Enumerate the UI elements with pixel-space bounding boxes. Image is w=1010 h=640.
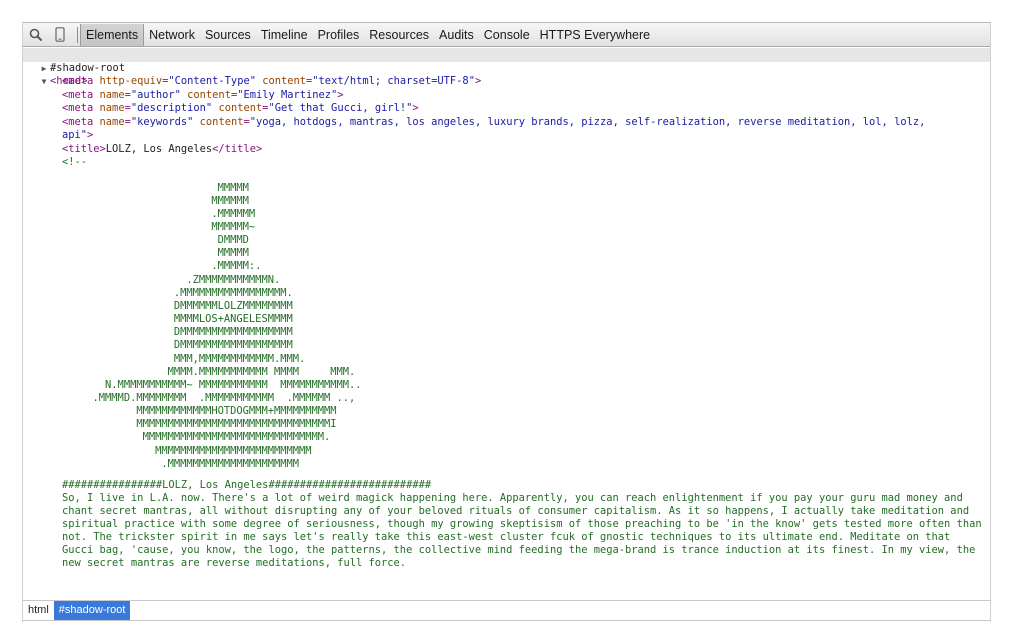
attr-name: name — [99, 115, 125, 128]
meta-tag-close: > — [412, 102, 419, 114]
dom-node-meta-description[interactable]: <meta name="description" content="Get th… — [23, 102, 990, 116]
attr-name: content — [218, 102, 263, 114]
ascii-art-line: MMMMMM — [55, 194, 249, 207]
meta-tag-close: > — [474, 75, 482, 87]
comment-open: <!-- — [62, 156, 88, 168]
meta-tag-open: <meta — [62, 88, 100, 101]
comment-story: ################LOLZ, Los Angeles#######… — [23, 479, 987, 570]
attr-value: "keywords" — [130, 115, 194, 128]
attr-value: "Emily Martinez" — [237, 88, 338, 101]
ascii-art-line: DMMMMMMMMMMMMMMMMMM — [55, 326, 293, 339]
ascii-art-line: MMMM.MMMMMMMMMMM MMMM MMM. — [55, 365, 356, 378]
meta-tag-open: <meta — [62, 75, 100, 87]
tab-network[interactable]: Network — [144, 24, 200, 46]
devtools-panel: Elements Network Sources Timeline Profil… — [22, 22, 991, 622]
attr-value: "description" — [130, 102, 213, 114]
attr-name: name — [99, 102, 125, 114]
tab-elements[interactable]: Elements — [80, 23, 145, 46]
attr-value: "author" — [130, 88, 181, 101]
meta-tag-close: > — [87, 129, 94, 141]
tab-resources[interactable]: Resources — [364, 24, 434, 46]
ascii-art-line: DMMMMMMMMMMMMMMMMMM — [55, 339, 293, 352]
dom-node-comment[interactable]: <!-- — [23, 156, 990, 170]
attr-name: name — [99, 88, 125, 101]
title-text: LOLZ, Los Angeles — [105, 142, 213, 155]
ascii-art-line: .MMMMMM — [55, 207, 256, 220]
tab-console[interactable]: Console — [479, 24, 535, 46]
ascii-art-line: .MMMMMMMMMMMMMMMMMMMMM — [55, 457, 299, 470]
title-tag-open: <title> — [62, 142, 106, 155]
meta-tag-open: <meta — [62, 115, 100, 128]
ascii-art-line: DMMMMMMLOLZMMMMMMMM — [55, 299, 293, 312]
attr-name: content — [199, 115, 244, 128]
app-window: Elements Network Sources Timeline Profil… — [0, 0, 1010, 640]
ascii-art-line: MMMMMMMMMMMMMMMMMMMMMMMMMMMMMMMI — [55, 418, 337, 431]
tab-sources[interactable]: Sources — [200, 24, 256, 46]
ascii-art-line: MMM,MMMMMMMMMMMM.MMM. — [55, 352, 306, 365]
dom-node-meta-keywords[interactable]: <meta name="keywords" content="yoga, hot… — [23, 116, 990, 130]
meta-tag-close: > — [337, 88, 344, 101]
ascii-art: MMMMM MMMMMM .MMMMMM MMMMMM~ DMMMD MMMMM… — [23, 182, 990, 471]
devtools-toolbar: Elements Network Sources Timeline Profil… — [23, 22, 990, 47]
dom-node-shadow-root[interactable]: ▶ #shadow-root — [23, 48, 990, 74]
story-heading: ################LOLZ, Los Angeles#######… — [62, 478, 432, 491]
ascii-art-line: .ZMMMMMMMMMMMN. — [55, 273, 281, 286]
tab-https-everywhere[interactable]: HTTPS Everywhere — [535, 24, 655, 46]
ascii-art-line: MMMMMM~ — [55, 220, 256, 233]
attr-value: "yoga, hotdogs, mantras, los angeles, lu… — [249, 115, 926, 128]
ascii-art-line: MMMMMMMMMMMMMMMMMMMMMMMMMMMMM. — [55, 431, 331, 444]
dom-node-meta-keywords-continued: api"> — [23, 129, 990, 143]
ascii-art-line: MMMMMMMMMMMMHOTDOGMMM+MMMMMMMMMM — [55, 405, 337, 418]
breadcrumb-shadow-root[interactable]: #shadow-root — [53, 601, 131, 620]
title-tag-close: </title> — [212, 142, 263, 155]
attr-value: "Get that Gucci, girl!" — [268, 102, 413, 114]
ascii-art-line: MMMMMMMMMMMMMMMMMMMMMMMMM — [55, 444, 312, 457]
ascii-art-line: MMMMM — [55, 181, 249, 194]
tab-timeline[interactable]: Timeline — [256, 24, 313, 46]
attr-name: http-equiv — [99, 75, 163, 87]
ascii-art-line: MMMMLOS+ANGELESMMMM — [55, 313, 293, 326]
device-icon[interactable] — [49, 24, 71, 46]
dom-tree: ▶ #shadow-root ▼ <head> <meta http-equiv="… — [23, 46, 990, 598]
attr-value: "Content-Type" — [168, 75, 256, 87]
breadcrumb-html[interactable]: html — [23, 601, 54, 620]
breadcrumb: html #shadow-root — [23, 600, 990, 621]
tab-profiles[interactable]: Profiles — [313, 24, 365, 46]
search-icon[interactable] — [25, 24, 47, 46]
attr-value: "text/html; charset=UTF-8" — [312, 75, 475, 87]
attr-name: content — [262, 75, 307, 87]
ascii-art-line: MMMMM — [55, 247, 249, 260]
story-text: So, I live in L.A. now. There's a lot of… — [62, 491, 982, 569]
ascii-art-line: DMMMD — [55, 234, 249, 247]
dom-node-title[interactable]: <title>LOLZ, Los Angeles</title> — [23, 143, 990, 157]
ascii-art-line: .MMMMMMMMMMMMMMMMM. — [55, 286, 293, 299]
dom-node-head[interactable]: ▼ <head> — [23, 62, 990, 87]
ascii-art-line: .MMMMM:. — [55, 260, 262, 273]
attr-name: content — [187, 88, 231, 101]
ascii-art-line: N.MMMMMMMMMMM~ MMMMMMMMMMM MMMMMMMMMMM.. — [55, 378, 362, 391]
meta-tag-open: <meta — [62, 102, 100, 114]
ascii-art-line: .MMMMD.MMMMMMMM .MMMMMMMMMMM .MMMMMM .., — [55, 392, 356, 404]
tab-audits[interactable]: Audits — [434, 24, 479, 46]
attr-value: api" — [62, 129, 88, 141]
dom-node-meta-content-type[interactable]: <meta http-equiv="Content-Type" content=… — [23, 75, 990, 89]
toolbar-divider — [77, 26, 78, 43]
dom-node-meta-author[interactable]: <meta name="author" content="Emily Marti… — [23, 89, 990, 103]
